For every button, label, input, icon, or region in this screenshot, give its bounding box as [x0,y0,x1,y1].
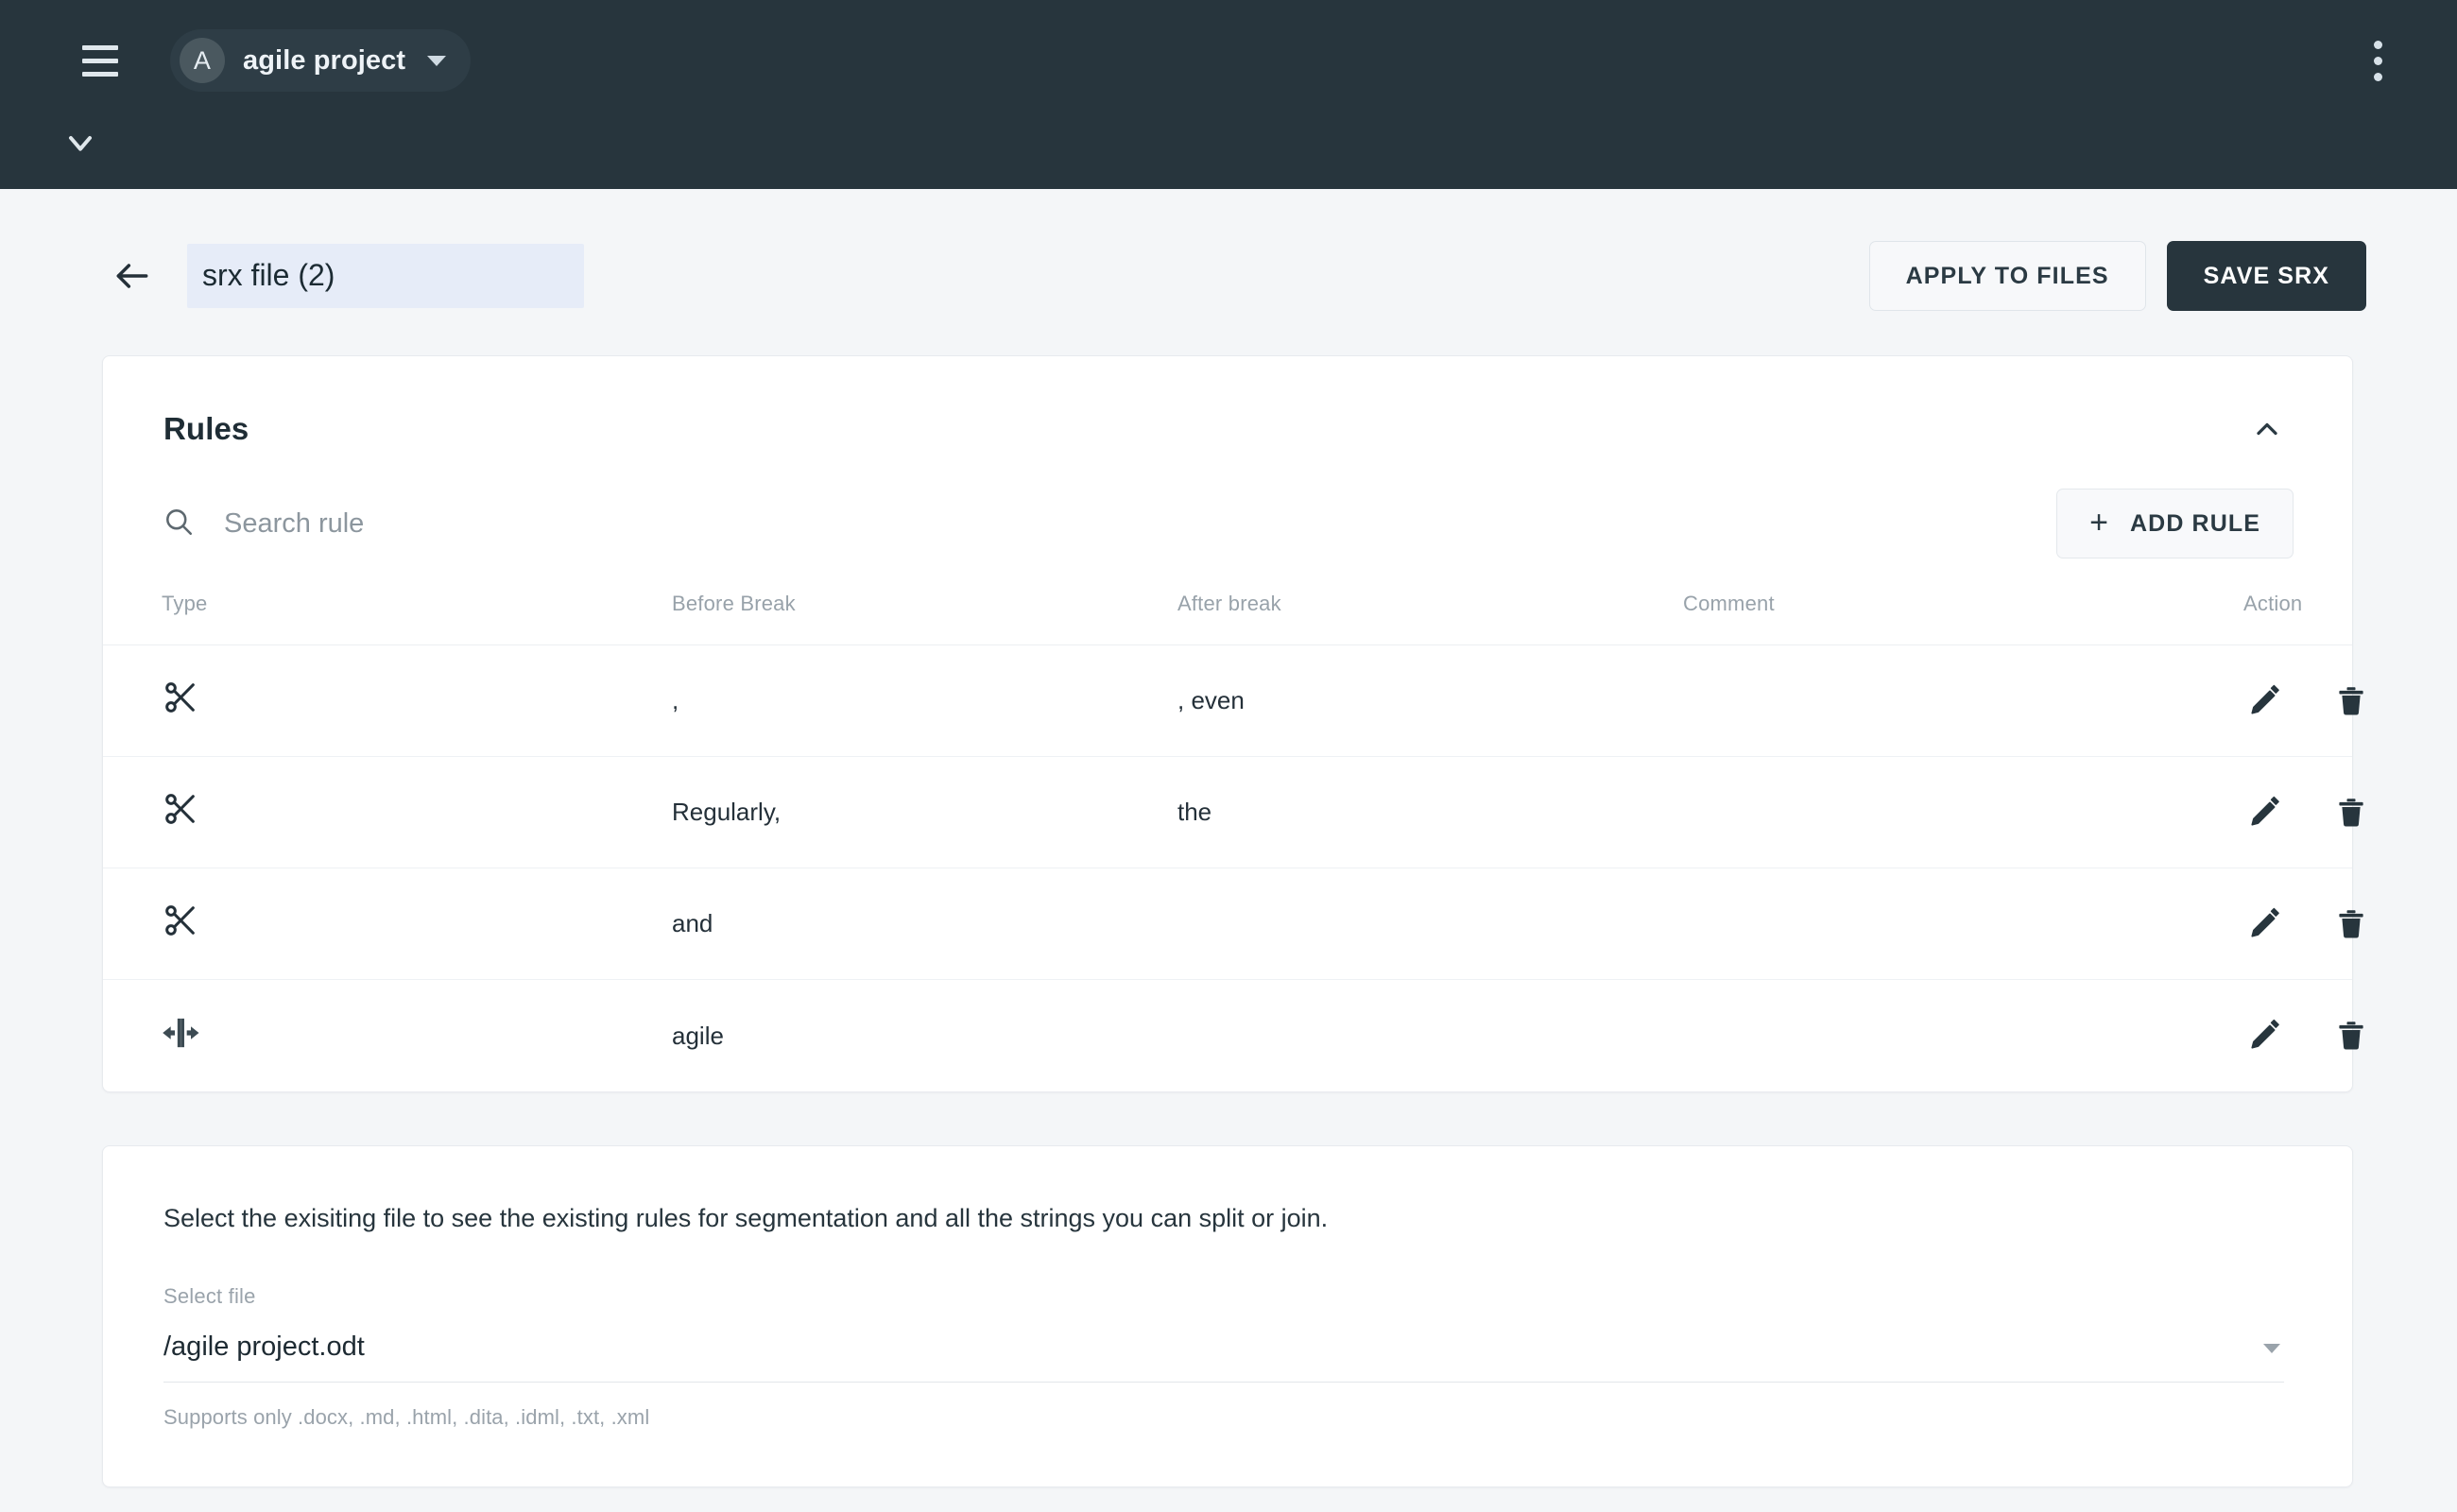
trash-icon[interactable] [2330,1015,2372,1057]
table-header-row: Type Before Break After break Comment Ac… [103,562,2352,645]
project-name-label: agile project [243,45,405,77]
scissors-icon [162,679,672,723]
trash-icon[interactable] [2330,903,2372,945]
table-row[interactable]: Regularly, the [103,757,2352,868]
srx-file-name-input[interactable] [187,244,584,308]
search-icon [162,505,196,543]
file-select-description: Select the exisiting file to see the exi… [16,1146,2352,1235]
pencil-icon[interactable] [2243,680,2285,722]
row-actions [2189,680,2372,722]
search-rule-container [162,500,2056,547]
caret-down-icon [427,56,446,66]
select-file-value: /agile project.odt [163,1332,2263,1363]
table-row[interactable]: agile [103,980,2352,1091]
top-app-bar: A agile project [0,0,2457,189]
chevron-up-icon[interactable] [2242,404,2292,454]
plus-icon: + [2089,507,2109,539]
save-srx-button[interactable]: SAVE SRX [2167,241,2366,311]
rule-type-cell [162,902,672,946]
column-header-before-break: Before Break [672,592,1177,616]
rule-type-cell [162,1014,672,1058]
hamburger-line [82,72,118,77]
before-break-value: agile [672,1022,1177,1051]
column-header-action: Action [2189,592,2302,616]
add-rule-button[interactable]: + ADD RULE [2056,489,2294,558]
file-select-card: Select the exisiting file to see the exi… [102,1145,2353,1487]
row-actions [2189,1015,2372,1057]
app-bar-sub-row [0,121,2457,189]
search-rule-input[interactable] [224,500,942,547]
project-selector[interactable]: A agile project [170,29,471,92]
join-icon [162,1014,672,1058]
select-file-label: Select file [163,1284,2284,1309]
arrow-left-icon[interactable] [106,249,159,302]
rules-title: Rules [163,411,249,447]
table-row[interactable]: , , even [103,645,2352,757]
rules-card: Rules + ADD RULE [102,355,2353,1092]
row-actions [2189,903,2372,945]
rules-toolbar: + ADD RULE [103,456,2352,562]
hamburger-menu-icon[interactable] [74,34,127,87]
pencil-icon[interactable] [2243,903,2285,945]
rule-type-cell [162,790,672,834]
pencil-icon[interactable] [2243,792,2285,833]
kebab-menu-icon[interactable] [2351,34,2404,87]
hamburger-line [82,45,118,50]
after-break-value: , even [1177,686,1683,715]
after-break-value: the [1177,798,1683,827]
rule-type-cell [162,679,672,723]
chevron-down-icon[interactable] [59,121,102,164]
hamburger-line [82,59,118,63]
caret-down-icon [2263,1344,2280,1353]
trash-icon[interactable] [2330,680,2372,722]
scissors-icon [162,790,672,834]
before-break-value: Regularly, [672,798,1177,827]
kebab-dot [2374,73,2382,81]
before-break-value: , [672,686,1177,715]
scissors-icon [162,902,672,946]
page-header: APPLY TO FILES SAVE SRX [0,189,2457,314]
add-rule-label: ADD RULE [2130,510,2260,538]
column-header-after-break: After break [1177,592,1683,616]
before-break-value: and [672,909,1177,938]
apply-to-files-button[interactable]: APPLY TO FILES [1869,241,2146,311]
page-content: APPLY TO FILES SAVE SRX Rules [0,189,2457,1512]
rules-table: Type Before Break After break Comment Ac… [103,562,2352,1091]
kebab-dot [2374,41,2382,49]
column-header-type: Type [162,592,672,616]
column-header-comment: Comment [1683,592,2189,616]
rules-card-header: Rules [103,356,2352,456]
trash-icon[interactable] [2330,792,2372,833]
kebab-dot [2374,57,2382,65]
supported-formats-hint: Supports only .docx, .md, .html, .dita, … [163,1405,2284,1430]
app-bar-main-row: A agile project [0,0,2457,121]
select-file-dropdown[interactable]: /agile project.odt [163,1332,2284,1383]
pencil-icon[interactable] [2243,1015,2285,1057]
avatar: A [180,38,225,83]
table-row[interactable]: and [103,868,2352,980]
header-actions: APPLY TO FILES SAVE SRX [1869,241,2366,311]
row-actions [2189,792,2372,833]
select-file-block: Select file /agile project.odt Supports … [16,1235,2352,1430]
